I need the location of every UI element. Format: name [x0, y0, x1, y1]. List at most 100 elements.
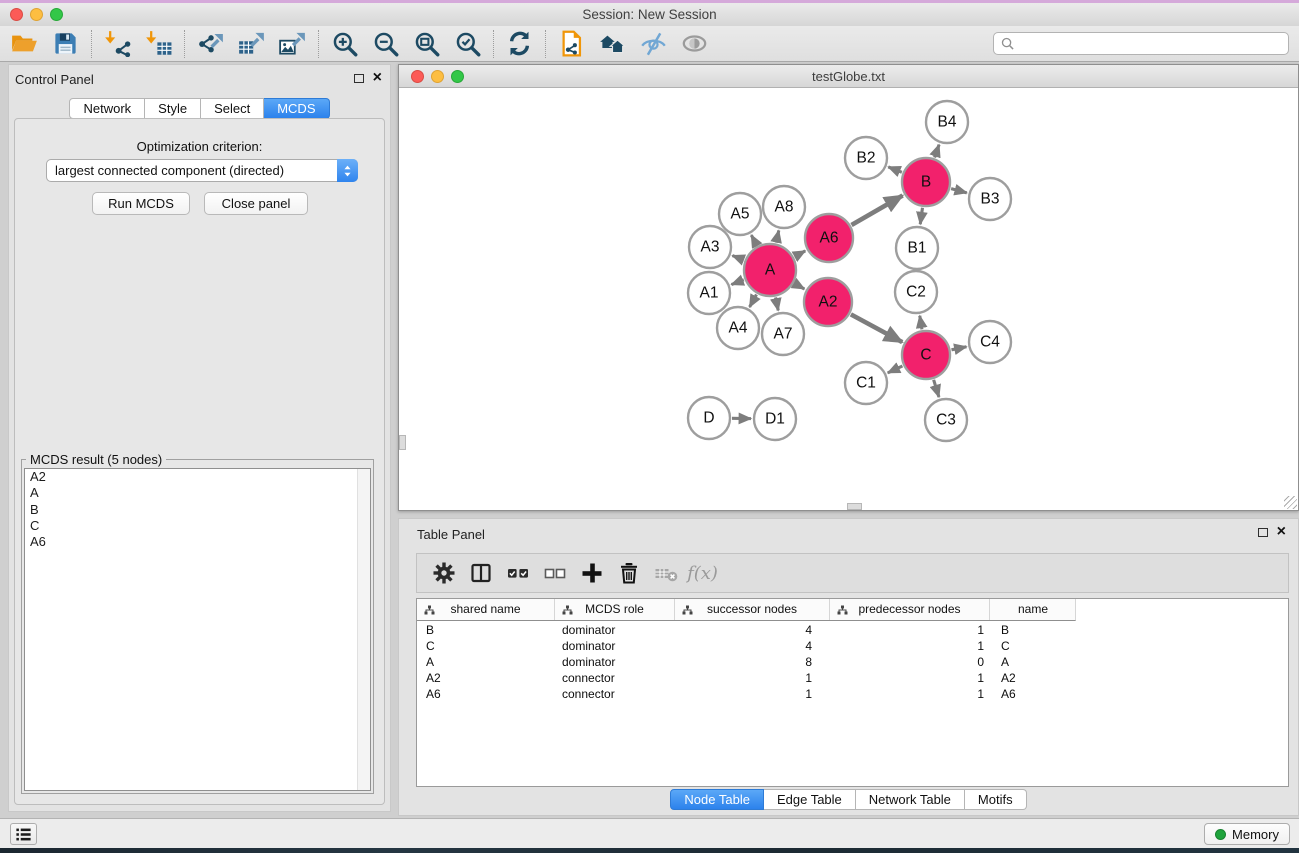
- select-all-button[interactable]: [499, 556, 536, 590]
- graph-edge-B-B1[interactable]: [920, 208, 922, 224]
- table-cell[interactable]: 1: [830, 623, 990, 639]
- tab-select[interactable]: Select: [201, 98, 264, 119]
- new-network-from-selection-button[interactable]: [551, 28, 592, 60]
- close-panel-icon[interactable]: ×: [1277, 526, 1286, 538]
- table-cell[interactable]: B: [990, 623, 1076, 639]
- graph-edge-A-A5[interactable]: [751, 235, 756, 245]
- save-session-button[interactable]: [45, 28, 86, 60]
- graph-edge-C-C4[interactable]: [951, 347, 966, 350]
- task-history-button[interactable]: [10, 823, 37, 845]
- table-cell[interactable]: dominator: [555, 623, 675, 639]
- table-cell[interactable]: A2: [990, 671, 1076, 687]
- table-cell[interactable]: A2: [417, 671, 555, 687]
- graph-edge-A-A2[interactable]: [795, 284, 805, 289]
- table-cell[interactable]: connector: [555, 687, 675, 703]
- run-mcds-button[interactable]: Run MCDS: [92, 192, 190, 215]
- unselect-all-button[interactable]: [536, 556, 573, 590]
- table-settings-button[interactable]: [425, 556, 462, 590]
- delete-row-button[interactable]: [610, 556, 647, 590]
- graph-edge-A-A7[interactable]: [776, 297, 779, 310]
- table-cell[interactable]: connector: [555, 671, 675, 687]
- mcds-result-item[interactable]: A6: [25, 534, 370, 550]
- graph-edge-C-C2[interactable]: [920, 316, 922, 330]
- table-cell[interactable]: A6: [990, 687, 1076, 703]
- add-row-button[interactable]: [573, 556, 610, 590]
- table-cell[interactable]: 1: [675, 671, 830, 687]
- tab-mcds[interactable]: MCDS: [264, 98, 329, 119]
- mcds-result-list[interactable]: A2ABCA6: [24, 468, 371, 791]
- export-table-button[interactable]: [231, 28, 272, 60]
- mcds-result-item[interactable]: C: [25, 518, 370, 534]
- insert-column-button[interactable]: [462, 556, 499, 590]
- graph-edge-B-B3[interactable]: [951, 189, 967, 193]
- result-scrollbar[interactable]: [357, 469, 370, 790]
- table-cell[interactable]: A6: [417, 687, 555, 703]
- tab-style[interactable]: Style: [145, 98, 201, 119]
- tab-node-table[interactable]: Node Table: [670, 789, 764, 810]
- table-cell[interactable]: 0: [830, 655, 990, 671]
- column-header[interactable]: MCDS role: [555, 599, 675, 620]
- hide-panels-button[interactable]: [633, 28, 674, 60]
- network-window-titlebar[interactable]: testGlobe.txt: [399, 65, 1298, 88]
- graph-edge-A6-B[interactable]: [852, 195, 903, 225]
- zoom-selected-button[interactable]: [447, 28, 488, 60]
- table-cell[interactable]: C: [990, 639, 1076, 655]
- graph-edge-A-A3[interactable]: [732, 256, 743, 260]
- search-field[interactable]: [993, 32, 1289, 55]
- table-cell[interactable]: B: [417, 623, 555, 639]
- table-cell[interactable]: A: [990, 655, 1076, 671]
- zoom-in-button[interactable]: [324, 28, 365, 60]
- mcds-result-item[interactable]: A2: [25, 469, 370, 485]
- graph-edge-A2-C[interactable]: [851, 314, 902, 342]
- delete-table-button[interactable]: [647, 556, 684, 590]
- graph-edge-A-A4[interactable]: [750, 295, 757, 307]
- zoom-out-button[interactable]: [365, 28, 406, 60]
- mcds-result-item[interactable]: B: [25, 502, 370, 518]
- tab-motifs[interactable]: Motifs: [965, 789, 1027, 810]
- column-header[interactable]: name: [990, 599, 1076, 620]
- close-panel-button[interactable]: Close panel: [204, 192, 308, 215]
- search-input[interactable]: [1019, 36, 1288, 51]
- import-table-button[interactable]: [138, 28, 179, 60]
- table-cell[interactable]: 1: [830, 639, 990, 655]
- tab-network[interactable]: Network: [69, 98, 145, 119]
- table-cell[interactable]: 1: [675, 687, 830, 703]
- tab-network-table[interactable]: Network Table: [856, 789, 965, 810]
- graph-edge-C-C3[interactable]: [934, 380, 939, 397]
- optimization-criterion-select[interactable]: largest connected component (directed): [46, 159, 358, 182]
- table-row[interactable]: A6connector11A6: [417, 687, 1288, 703]
- refresh-button[interactable]: [499, 28, 540, 60]
- open-session-button[interactable]: [4, 28, 45, 60]
- export-image-button[interactable]: [272, 28, 313, 60]
- show-all-networks-button[interactable]: [592, 28, 633, 60]
- table-row[interactable]: A2connector11A2: [417, 671, 1288, 687]
- table-cell[interactable]: dominator: [555, 655, 675, 671]
- horizontal-scroll-stub[interactable]: [847, 503, 862, 510]
- graph-edge-A-A6[interactable]: [795, 251, 806, 257]
- table-cell[interactable]: dominator: [555, 639, 675, 655]
- node-table[interactable]: shared name MCDS role successor nodes pr…: [416, 598, 1289, 787]
- resize-grip[interactable]: [1284, 496, 1297, 509]
- graph-edge-B-B4[interactable]: [935, 145, 939, 158]
- network-canvas[interactable]: AA1A2A3A4A5A6A7A8BB1B2B3B4CC1C2C3C4DD1: [399, 89, 1298, 510]
- import-network-button[interactable]: [97, 28, 138, 60]
- table-row[interactable]: Bdominator41B: [417, 623, 1288, 639]
- float-panel-icon[interactable]: [1258, 528, 1268, 537]
- table-cell[interactable]: A: [417, 655, 555, 671]
- table-row[interactable]: Adominator80A: [417, 655, 1288, 671]
- column-header[interactable]: shared name: [417, 599, 555, 620]
- table-cell[interactable]: C: [417, 639, 555, 655]
- table-cell[interactable]: 1: [830, 671, 990, 687]
- show-panels-button[interactable]: [674, 28, 715, 60]
- graph-edge-C-C1[interactable]: [888, 366, 903, 373]
- graph-edge-A-A1[interactable]: [731, 280, 743, 285]
- function-builder-button[interactable]: f(x): [684, 556, 721, 590]
- float-panel-icon[interactable]: [354, 74, 364, 83]
- table-cell[interactable]: 1: [830, 687, 990, 703]
- column-header[interactable]: predecessor nodes: [830, 599, 990, 620]
- close-panel-icon[interactable]: ×: [373, 72, 382, 84]
- table-cell[interactable]: 4: [675, 623, 830, 639]
- network-graph[interactable]: AA1A2A3A4A5A6A7A8BB1B2B3B4CC1C2C3C4DD1: [399, 89, 1298, 511]
- table-cell[interactable]: 4: [675, 639, 830, 655]
- table-cell[interactable]: 8: [675, 655, 830, 671]
